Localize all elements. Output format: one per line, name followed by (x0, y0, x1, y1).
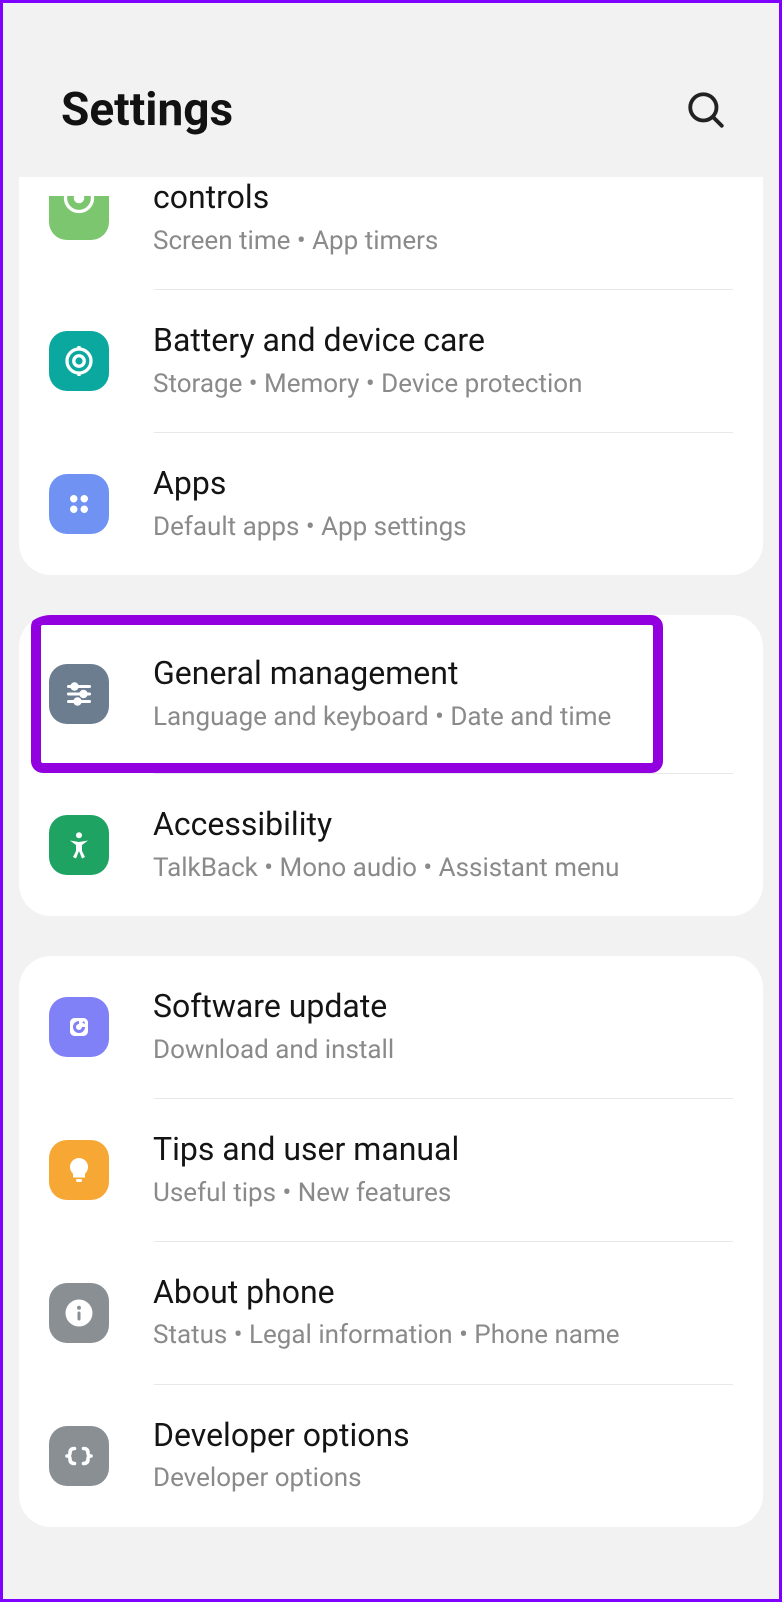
item-text: Accessibility TalkBack • Mono audio • As… (153, 804, 733, 886)
item-title: Apps (153, 463, 733, 505)
header: Settings (3, 3, 779, 177)
target-icon (49, 331, 109, 391)
item-subtitle: Screen time • App timers (153, 223, 733, 259)
page-title: Settings (61, 83, 233, 137)
item-text: controls Screen time • App timers (153, 177, 733, 259)
item-title: About phone (153, 1272, 733, 1314)
item-text: Battery and device care Storage • Memory… (153, 320, 733, 402)
item-title: controls (153, 177, 733, 219)
settings-item-software-update[interactable]: Software update Download and install (19, 956, 763, 1098)
sliders-icon (49, 664, 109, 724)
item-subtitle: Useful tips • New features (153, 1175, 733, 1211)
item-text: Tips and user manual Useful tips • New f… (153, 1129, 733, 1211)
item-subtitle: Download and install (153, 1032, 733, 1068)
settings-item-accessibility[interactable]: Accessibility TalkBack • Mono audio • As… (19, 774, 763, 916)
item-subtitle: TalkBack • Mono audio • Assistant menu (153, 850, 733, 886)
item-text: Apps Default apps • App settings (153, 463, 733, 545)
item-subtitle: Language and keyboard • Date and time (153, 699, 733, 735)
settings-group: General management Language and keyboard… (19, 615, 763, 916)
settings-group: controls Screen time • App timers Batter… (19, 177, 763, 575)
settings-group: Software update Download and install Tip… (19, 956, 763, 1527)
settings-item-controls[interactable]: controls Screen time • App timers (19, 177, 763, 289)
code-icon (49, 1426, 109, 1486)
item-text: About phone Status • Legal information •… (153, 1272, 733, 1354)
settings-item-about-phone[interactable]: About phone Status • Legal information •… (19, 1242, 763, 1384)
item-title: Developer options (153, 1415, 733, 1457)
search-icon (685, 89, 727, 131)
item-subtitle: Storage • Memory • Device protection (153, 366, 733, 402)
item-text: Software update Download and install (153, 986, 733, 1068)
person-icon (49, 815, 109, 875)
settings-item-battery[interactable]: Battery and device care Storage • Memory… (19, 290, 763, 432)
update-icon (49, 997, 109, 1057)
bulb-icon (49, 1140, 109, 1200)
item-title: Battery and device care (153, 320, 733, 362)
item-subtitle: Developer options (153, 1460, 733, 1496)
item-title: Tips and user manual (153, 1129, 733, 1171)
item-title: Accessibility (153, 804, 733, 846)
settings-item-tips[interactable]: Tips and user manual Useful tips • New f… (19, 1099, 763, 1241)
item-title: Software update (153, 986, 733, 1028)
item-text: Developer options Developer options (153, 1415, 733, 1497)
info-icon (49, 1283, 109, 1343)
apps-icon (49, 474, 109, 534)
wellbeing-icon (49, 196, 109, 240)
item-text: General management Language and keyboard… (153, 653, 733, 735)
settings-item-apps[interactable]: Apps Default apps • App settings (19, 433, 763, 575)
item-title: General management (153, 653, 733, 695)
settings-item-general-management[interactable]: General management Language and keyboard… (19, 615, 763, 773)
settings-item-developer-options[interactable]: Developer options Developer options (19, 1385, 763, 1527)
item-subtitle: Default apps • App settings (153, 509, 733, 545)
search-button[interactable] (683, 87, 729, 133)
item-subtitle: Status • Legal information • Phone name (153, 1317, 733, 1353)
